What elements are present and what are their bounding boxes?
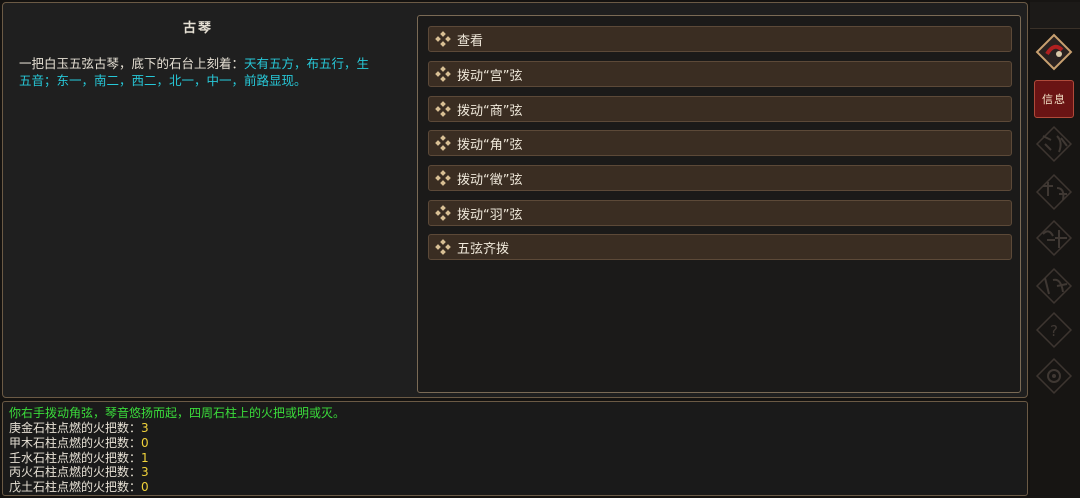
- action-label: 拨动“商”弦: [457, 103, 523, 119]
- diamond-icon: [432, 132, 454, 154]
- log-message: 你右手拨动角弦，琴音悠扬而起，四周石柱上的火把或明或灭。: [9, 406, 346, 420]
- log-count-value: 0: [141, 480, 149, 494]
- log-count-label: 戊土石柱点燃的火把数：: [9, 480, 142, 494]
- action-label: 拨动“角”弦: [457, 137, 523, 153]
- settings-icon[interactable]: [1033, 356, 1075, 396]
- skills-icon[interactable]: [1033, 172, 1075, 212]
- log-count-line: 丙火石柱点燃的火把数：3: [9, 465, 149, 479]
- action-label: 拨动“宫”弦: [457, 68, 523, 84]
- log-count-value: 3: [141, 421, 149, 435]
- log-count-line: 庚金石柱点燃的火把数：3: [9, 421, 149, 435]
- log-count-line: 甲木石柱点燃的火把数：0: [9, 436, 149, 450]
- log-count-line: 戊土石柱点燃的火把数：0: [9, 480, 149, 494]
- action-pluck-zhi-button[interactable]: 拨动“徵”弦: [428, 165, 1012, 191]
- inventory-icon[interactable]: [1033, 124, 1075, 164]
- info-tab-label: 信息: [1042, 93, 1066, 106]
- action-pluck-yu-button[interactable]: 拨动“羽”弦: [428, 200, 1012, 226]
- action-label: 五弦齐拨: [457, 241, 510, 257]
- actions-panel: 查看 拨动“宫”弦 拨动“商”弦 拨动“角”弦 拨动“徵”弦 拨动“羽”弦 五弦…: [417, 15, 1021, 393]
- action-pluck-shang-button[interactable]: 拨动“商”弦: [428, 96, 1012, 122]
- log-count-line: 壬水石柱点燃的火把数：1: [9, 451, 149, 465]
- sect-icon[interactable]: [1033, 266, 1075, 306]
- log-count-value: 1: [141, 451, 149, 465]
- log-count-value: 3: [141, 465, 149, 479]
- dialog-description: 一把白玉五弦古琴，底下的石台上刻着：天有五方，布五行，生五音；东一，南二，西二，…: [19, 55, 379, 89]
- diamond-icon: [432, 98, 454, 120]
- action-pluck-gong-button[interactable]: 拨动“宫”弦: [428, 61, 1012, 87]
- dialog-title: 古琴: [182, 21, 213, 36]
- action-look-button[interactable]: 查看: [428, 26, 1012, 52]
- diamond-icon: [432, 236, 454, 258]
- diamond-icon: [432, 167, 454, 189]
- log-count-value: 0: [141, 436, 149, 450]
- diamond-icon: [432, 202, 454, 224]
- log-count-label: 壬水石柱点燃的火把数：: [9, 451, 142, 465]
- back-diamond-icon[interactable]: [1033, 32, 1075, 72]
- action-label: 拨动“羽”弦: [457, 207, 523, 223]
- diamond-icon: [432, 63, 454, 85]
- svg-text:?: ?: [1050, 322, 1058, 340]
- action-label: 拨动“徵”弦: [457, 172, 523, 188]
- action-pluck-all-button[interactable]: 五弦齐拨: [428, 234, 1012, 260]
- action-label: 查看: [457, 33, 484, 49]
- martial-arts-icon[interactable]: [1033, 218, 1075, 258]
- info-tab-button[interactable]: 信息: [1034, 80, 1074, 118]
- dialog-panel: 古琴 一把白玉五弦古琴，底下的石台上刻着：天有五方，布五行，生五音；东一，南二，…: [2, 2, 1028, 398]
- log-count-label: 丙火石柱点燃的火把数：: [9, 465, 142, 479]
- sidebar: 信息 ?: [1030, 0, 1080, 498]
- diamond-icon: [432, 28, 454, 50]
- log-count-label: 甲木石柱点燃的火把数：: [9, 436, 142, 450]
- description-text: 一把白玉五弦古琴，底下的石台上刻着：: [19, 56, 245, 71]
- help-icon[interactable]: ?: [1033, 310, 1075, 350]
- log-count-label: 庚金石柱点燃的火把数：: [9, 421, 142, 435]
- message-log: 你右手拨动角弦，琴音悠扬而起，四周石柱上的火把或明或灭。 庚金石柱点燃的火把数：…: [2, 401, 1028, 496]
- action-pluck-jue-button[interactable]: 拨动“角”弦: [428, 130, 1012, 156]
- sidebar-top-strip: [1030, 2, 1080, 29]
